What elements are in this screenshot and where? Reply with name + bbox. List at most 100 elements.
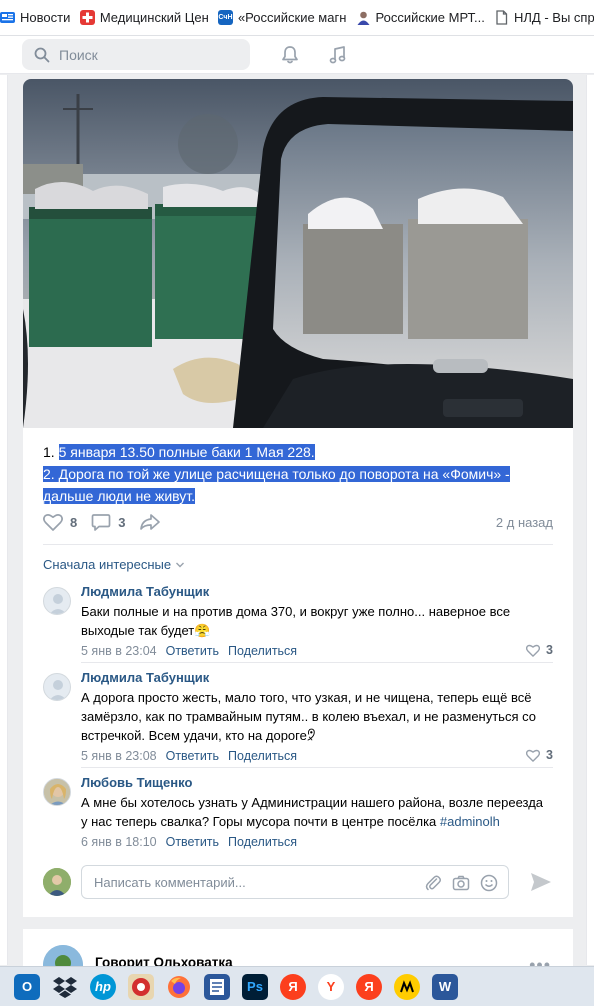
bookmark-label: НЛД - Вы спр <box>514 10 594 25</box>
comment-input-row: Написать комментарий... <box>43 865 553 901</box>
send-icon[interactable] <box>529 871 553 893</box>
bookmarks-bar: Новости Медицинский Цен CчН «Российские … <box>0 0 594 36</box>
post-card: 1. 5 января 13.50 полные баки 1 Мая 228.… <box>23 79 573 969</box>
comment-body: Любовь Тищенко А мне бы хотелось узнать … <box>81 774 553 851</box>
like-button[interactable]: 8 <box>43 513 77 531</box>
bookmark-label: Новости <box>20 10 70 25</box>
yandex-music-icon[interactable] <box>394 973 420 1000</box>
hashtag-link[interactable]: #adminolh <box>440 814 500 829</box>
post-text-line-1: 1. 5 января 13.50 полные баки 1 Мая 228. <box>43 441 533 463</box>
comment-icon <box>91 513 111 531</box>
comment-text: Баки полные и на против дома 370, и вокр… <box>81 604 511 638</box>
bookmark-russian-mag[interactable]: CчН «Российские магн <box>217 10 346 25</box>
yandex-browser-icon[interactable]: Y <box>318 973 344 1000</box>
vk-header: Поиск <box>0 36 594 74</box>
comment-date[interactable]: 5 янв в 23:04 <box>81 643 157 660</box>
bookmark-medical-center[interactable]: Медицинский Цен <box>79 10 208 25</box>
post-text-line-2: 2. Дорога по той же улице расчищена толь… <box>43 463 533 485</box>
heart-icon <box>526 644 541 657</box>
post-timestamp[interactable]: 2 д назад <box>496 515 553 530</box>
comment-author[interactable]: Людмила Табунщик <box>81 669 553 686</box>
comment-item: Людмила Табунщик Баки полные и на против… <box>43 583 553 663</box>
comment-author[interactable]: Людмила Табунщик <box>81 583 553 600</box>
like-count: 8 <box>70 514 78 530</box>
yandex-icon[interactable]: Я <box>356 973 382 1000</box>
share-icon <box>140 514 161 530</box>
heart-icon <box>43 514 63 531</box>
comment-meta: 5 янв в 23:04 Ответить Поделиться <box>81 643 553 660</box>
bell-icon[interactable] <box>279 44 301 66</box>
camera-icon[interactable] <box>452 874 470 892</box>
chn-favicon: CчН <box>217 10 233 25</box>
selected-text: 5 января 13.50 полные баки 1 Мая 228. <box>58 444 315 460</box>
attach-icon[interactable] <box>424 874 442 892</box>
reply-link[interactable]: Ответить <box>166 834 219 851</box>
divider <box>43 544 553 545</box>
comment-author[interactable]: Любовь Тищенко <box>81 774 553 791</box>
dropbox-icon[interactable] <box>52 974 78 1000</box>
search-icon <box>34 47 50 62</box>
share-link[interactable]: Поделиться <box>228 834 297 851</box>
share-link[interactable]: Поделиться <box>228 748 297 765</box>
chevron-down-icon <box>176 562 185 567</box>
document-favicon <box>494 10 509 25</box>
person-favicon <box>355 10 371 25</box>
heart-icon <box>526 749 541 762</box>
comment-like-button[interactable]: 3 <box>526 748 553 762</box>
selected-text: 2. Дорога по той же улице расчищена толь… <box>43 466 510 482</box>
search-input[interactable]: Поиск <box>22 39 250 70</box>
post-text-line-3: дальше люди не живут. <box>43 485 533 507</box>
notepad-icon[interactable] <box>204 973 230 1000</box>
comment-item: Людмила Табунщик А дорога просто жесть, … <box>43 669 553 769</box>
comment-body: Людмила Табунщик Баки полные и на против… <box>81 583 553 660</box>
input-icons <box>424 874 498 892</box>
word-icon[interactable]: W <box>432 973 458 1000</box>
share-link[interactable]: Поделиться <box>228 643 297 660</box>
yandex-icon[interactable]: Я <box>280 973 306 1000</box>
comment-input-placeholder: Написать комментарий... <box>94 874 246 890</box>
comment-text: А мне бы хотелось узнать у Администрации… <box>81 793 553 831</box>
reply-link[interactable]: Ответить <box>166 748 219 765</box>
post-photo-image <box>23 79 573 428</box>
bookmark-russian-mri[interactable]: Российские МРТ... <box>355 10 485 25</box>
game-icon[interactable] <box>128 973 154 1000</box>
post-actions: 8 3 2 д назад <box>43 511 553 533</box>
bookmark-label: Российские МРТ... <box>375 10 485 25</box>
hp-icon[interactable]: hp <box>90 973 116 1000</box>
music-icon[interactable] <box>327 44 349 66</box>
comment-like-count: 3 <box>546 643 553 657</box>
divider <box>81 662 553 663</box>
firefox-icon[interactable] <box>166 974 192 1000</box>
outlook-icon[interactable]: O <box>14 973 40 1000</box>
comment-text: А дорога просто жесть, мало того, что уз… <box>81 690 536 743</box>
comment-item: Любовь Тищенко А мне бы хотелось узнать … <box>43 774 553 854</box>
comment-date[interactable]: 6 янв в 18:10 <box>81 834 157 851</box>
comment-date[interactable]: 5 янв в 23:08 <box>81 748 157 765</box>
emoji-icon[interactable] <box>480 874 498 892</box>
red-cross-favicon <box>79 10 95 25</box>
avatar[interactable] <box>43 778 71 806</box>
post-photo[interactable] <box>23 79 573 428</box>
left-sidebar-edge <box>0 75 8 965</box>
comment-button[interactable]: 3 <box>91 513 125 532</box>
divider <box>81 767 553 768</box>
bookmark-label: «Российские магн <box>237 10 346 25</box>
comment-count: 3 <box>118 514 126 530</box>
photoshop-icon[interactable]: Ps <box>242 973 268 1000</box>
avatar[interactable] <box>43 673 71 701</box>
reply-link[interactable]: Ответить <box>166 643 219 660</box>
bookmark-news[interactable]: Новости <box>0 10 70 25</box>
share-button[interactable] <box>139 513 161 531</box>
avatar[interactable] <box>43 587 71 615</box>
news-favicon <box>0 10 15 25</box>
post-text-prefix: 1. <box>43 444 59 460</box>
sort-label: Сначала интересные <box>43 557 172 572</box>
comment-input[interactable]: Написать комментарий... <box>81 865 509 899</box>
selected-text: дальше люди не живут. <box>43 488 196 504</box>
my-avatar[interactable] <box>43 868 71 896</box>
right-sidebar-edge <box>586 75 594 965</box>
comment-body: Людмила Табунщик А дорога просто жесть, … <box>81 669 553 765</box>
comments-sort-dropdown[interactable]: Сначала интересные <box>43 557 185 572</box>
bookmark-nld[interactable]: НЛД - Вы спр <box>494 10 594 25</box>
comment-like-button[interactable]: 3 <box>526 643 553 657</box>
